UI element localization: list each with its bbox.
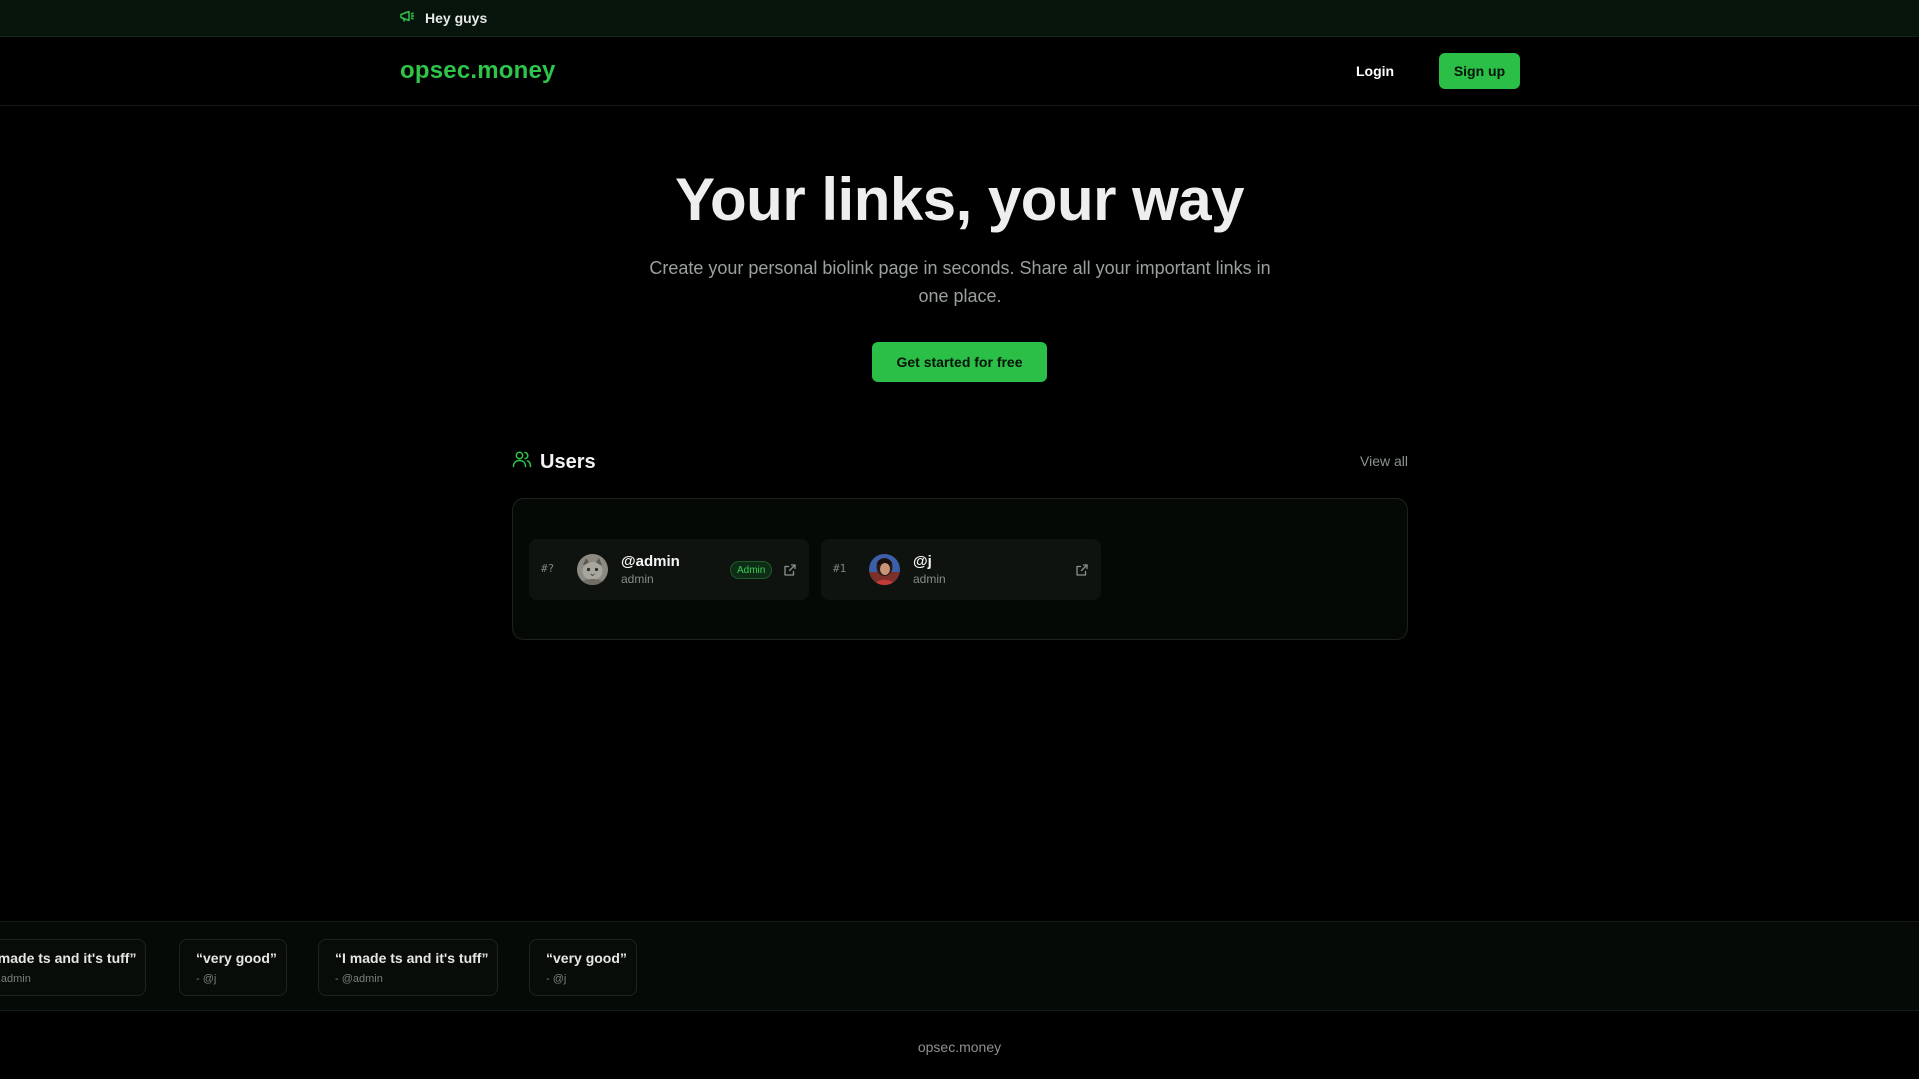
testimonial-quote: “I made ts and it's tuff” — [0, 950, 137, 966]
testimonial-card: “I made ts and it's tuff” - @admin — [318, 939, 498, 996]
user-username: @j — [913, 553, 932, 570]
hero-subtitle: Create your personal biolink page in sec… — [649, 258, 1271, 306]
users-icon — [512, 449, 532, 475]
user-rank: #1 — [833, 562, 847, 575]
testimonial-quote: “I made ts and it's tuff” — [335, 950, 489, 966]
testimonial-author: - @j — [546, 973, 567, 985]
login-button[interactable]: Login — [1356, 63, 1394, 79]
admin-badge: Admin — [730, 561, 773, 579]
external-link-icon[interactable] — [1075, 563, 1089, 577]
user-role: admin — [621, 572, 654, 586]
users-section-header: Users View all — [512, 449, 1408, 473]
footer-brand[interactable]: opsec.money — [0, 1039, 1919, 1055]
hero-title: Your links, your way — [674, 166, 1245, 233]
user-rank: #? — [541, 562, 555, 575]
site-logo[interactable]: opsec.money — [400, 57, 556, 85]
get-started-button[interactable]: Get started for free — [872, 342, 1047, 382]
users-panel: #? @admin admin Admin #1 @j admin — [512, 498, 1408, 640]
signup-button[interactable]: Sign up — [1439, 53, 1520, 89]
external-link-icon[interactable] — [783, 563, 797, 577]
testimonial-quote: “very good” — [546, 950, 627, 966]
testimonial-quote: “very good” — [196, 950, 277, 966]
user-card-admin[interactable]: #? @admin admin Admin — [529, 539, 809, 600]
avatar-admin — [577, 554, 608, 585]
testimonial-card: “very good” - @j — [179, 939, 287, 996]
testimonial-card: “very good” - @j — [529, 939, 637, 996]
view-all-link[interactable]: View all — [1360, 453, 1408, 469]
user-card-j[interactable]: #1 @j admin — [821, 539, 1101, 600]
site-header: opsec.money Login Sign up — [0, 37, 1919, 106]
avatar-j — [869, 554, 900, 585]
testimonial-card: “I made ts and it's tuff” - @admin — [0, 939, 146, 996]
users-title-label: Users — [540, 450, 596, 473]
testimonial-author: - @j — [196, 973, 217, 985]
announcement-bar: Hey guys — [0, 0, 1919, 37]
testimonials-marquee: “I made ts and it's tuff” - @admin “very… — [0, 921, 1919, 1011]
users-title: Users — [512, 449, 596, 475]
announcement-text: Hey guys — [425, 10, 488, 26]
testimonial-author: - @admin — [335, 973, 383, 985]
user-role: admin — [913, 572, 946, 586]
user-username: @admin — [621, 553, 680, 570]
testimonial-author: - @admin — [0, 973, 31, 985]
megaphone-icon — [400, 10, 415, 26]
